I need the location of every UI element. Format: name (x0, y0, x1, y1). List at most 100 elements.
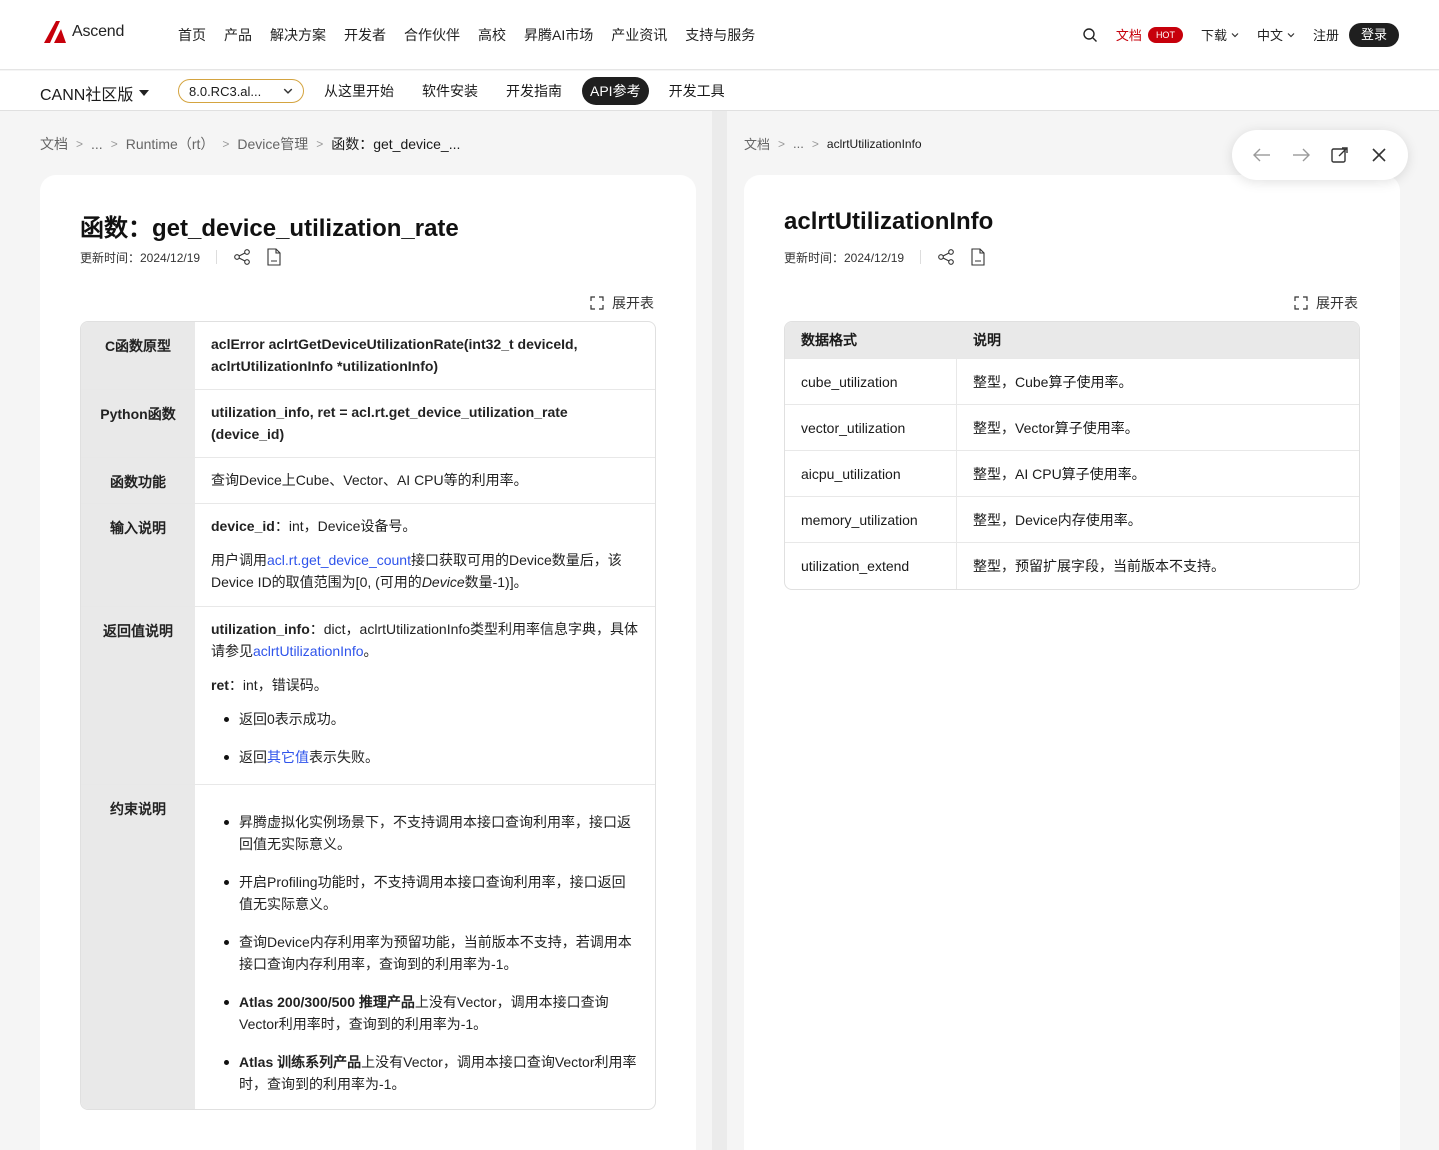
breadcrumb-current: aclrtUtilizationInfo (826, 136, 922, 151)
column-header: 说明 (973, 332, 1001, 348)
login-button[interactable]: 登录 (1348, 22, 1399, 47)
utilization-info-link[interactable]: aclrtUtilizationInfo (253, 643, 364, 659)
share-icon[interactable] (937, 249, 955, 265)
field-desc: 整型，Cube算子使用率。 (973, 373, 1133, 390)
language-label: 中文 (1256, 28, 1283, 43)
breadcrumb-item[interactable]: 文档 (40, 134, 68, 154)
tab-install[interactable]: 软件安装 (414, 77, 486, 105)
open-in-new-icon[interactable] (1330, 145, 1350, 165)
product-selector[interactable]: CANN社区版 (40, 81, 150, 105)
input-desc: device_id：int，Device设备号。 用户调用acl.rt.get_… (195, 504, 655, 606)
breadcrumb-item[interactable]: ... (91, 136, 103, 152)
product-name: CANN社区版 (40, 87, 134, 104)
nav-item-developers[interactable]: 开发者 (344, 25, 386, 45)
ascend-logo-icon (44, 21, 66, 43)
register-link[interactable]: 注册 (1313, 25, 1339, 44)
chevron-down-icon (1231, 32, 1239, 37)
nav-item-solutions[interactable]: 解决方案 (270, 25, 326, 45)
table-row: 输入说明 device_id：int，Device设备号。 用户调用acl.rt… (81, 504, 655, 607)
forward-arrow-icon[interactable] (1291, 145, 1311, 165)
pdf-icon[interactable] (971, 248, 985, 266)
top-navbar: Ascend 首页 产品 解决方案 开发者 合作伙伴 高校 昇腾AI市场 产业资… (0, 0, 1439, 70)
tab-dev-guide[interactable]: 开发指南 (498, 77, 570, 105)
list-item: Atlas 200/300/500 推理产品上没有Vector，调用本接口查询V… (211, 991, 639, 1035)
back-arrow-icon[interactable] (1252, 145, 1272, 165)
table-row: aicpu_utilization 整型，AI CPU算子使用率。 (785, 451, 1359, 497)
column-header: 数据格式 (801, 332, 857, 348)
download-label: 下载 (1200, 28, 1227, 43)
other-values-link[interactable]: 其它值 (267, 749, 309, 765)
right-page-title: aclrtUtilizationInfo (784, 208, 994, 235)
fullscreen-icon (590, 296, 604, 310)
hot-badge: HOT (1147, 26, 1183, 43)
nav-item-news[interactable]: 产业资讯 (611, 25, 667, 45)
nav-item-universities[interactable]: 高校 (478, 25, 506, 45)
list-item: 返回0表示成功。 (211, 708, 639, 730)
list-item: 查询Device内存利用率为预留功能，当前版本不支持，若调用本接口查询内存利用率… (211, 931, 639, 975)
text: 用户调用 (211, 552, 267, 568)
download-dropdown[interactable]: 下载 (1201, 25, 1239, 44)
breadcrumb-item[interactable]: Runtime（rt） (126, 134, 215, 154)
table-row: vector_utilization 整型，Vector算子使用率。 (785, 405, 1359, 451)
table-row: 函数功能 查询Device上Cube、Vector、AI CPU等的利用率。 (81, 458, 655, 504)
param-name: device_id (211, 518, 275, 534)
product-name: Atlas 200/300/500 推理产品 (239, 994, 415, 1010)
ascend-logo[interactable]: Ascend (42, 19, 124, 45)
field-name: cube_utilization (785, 359, 957, 404)
field-name: utilization_extend (785, 543, 957, 589)
expand-table-label: 展开表 (1316, 295, 1358, 311)
panel-divider[interactable] (712, 111, 727, 1150)
text: 返回 (239, 749, 267, 765)
function-desc: 查询Device上Cube、Vector、AI CPU等的利用率。 (211, 472, 528, 488)
doc-subnav: CANN社区版 8.0.RC3.al... 从这里开始 软件安装 开发指南 AP… (0, 71, 1439, 111)
nav-item-products[interactable]: 产品 (224, 25, 252, 45)
field-desc: 整型，AI CPU算子使用率。 (973, 465, 1146, 482)
nav-right: 文档 HOT 下载 中文 注册 登录 (1082, 22, 1399, 47)
caret-down-icon (139, 90, 150, 96)
tab-api-reference[interactable]: API参考 (582, 77, 649, 105)
version-select[interactable]: 8.0.RC3.al... (178, 79, 304, 103)
updated-time: 更新时间：2024/12/19 (784, 250, 905, 265)
api-spec-table: C函数原型 aclError aclrtGetDeviceUtilization… (80, 321, 656, 1110)
close-icon[interactable] (1369, 145, 1389, 165)
search-icon[interactable] (1082, 27, 1098, 43)
breadcrumb-item[interactable]: ... (793, 136, 804, 151)
utilization-info-table: 数据格式 说明 cube_utilization 整型，Cube算子使用率。 v… (784, 321, 1360, 590)
field-desc: 整型，Device内存使用率。 (973, 511, 1142, 528)
language-dropdown[interactable]: 中文 (1257, 25, 1295, 44)
page-title: 函数：get_device_utilization_rate (80, 215, 459, 242)
text: 。 (363, 643, 378, 659)
c-prototype: aclError aclrtGetDeviceUtilizationRate(i… (211, 336, 578, 374)
docs-link[interactable]: 文档 (1116, 25, 1142, 44)
tab-dev-tools[interactable]: 开发工具 (661, 77, 733, 105)
pdf-icon[interactable] (267, 248, 281, 266)
breadcrumb-current: 函数：get_device_... (331, 136, 461, 152)
right-doc-meta: 更新时间：2024/12/19 (784, 248, 1001, 266)
nav-item-partners[interactable]: 合作伙伴 (404, 25, 460, 45)
nav-item-home[interactable]: 首页 (178, 25, 206, 45)
text: Device (421, 574, 465, 590)
field-desc: 整型，预留扩展字段，当前版本不支持。 (973, 558, 1225, 574)
doc-meta: 更新时间：2024/12/19 (80, 248, 297, 266)
right-breadcrumb: 文档 > ... > aclrtUtilizationInfo (744, 134, 922, 153)
expand-table-button[interactable]: 展开表 (590, 293, 654, 313)
table-header-row: 数据格式 说明 (785, 322, 1359, 359)
expand-table-label: 展开表 (612, 295, 654, 311)
nav-item-ai-market[interactable]: 昇腾AI市场 (524, 25, 593, 45)
chevron-down-icon (283, 88, 293, 94)
breadcrumb-item[interactable]: Device管理 (237, 134, 308, 154)
tab-getting-started[interactable]: 从这里开始 (316, 77, 402, 105)
expand-table-button[interactable]: 展开表 (1294, 293, 1358, 313)
share-icon[interactable] (233, 249, 251, 265)
nav-item-support[interactable]: 支持与服务 (685, 25, 755, 45)
brand-name: Ascend (72, 23, 125, 40)
field-name: memory_utilization (785, 497, 957, 542)
list-item: 昇腾虚拟化实例场景下，不支持调用本接口查询利用率，接口返回值无实际意义。 (211, 811, 639, 855)
get-device-count-link[interactable]: acl.rt.get_device_count (267, 552, 411, 568)
breadcrumb-item[interactable]: 文档 (744, 134, 770, 153)
table-row: 返回值说明 utilization_info：dict，aclrtUtiliza… (81, 607, 655, 785)
row-header: 约束说明 (81, 785, 195, 1109)
table-row: Python函数 utilization_info, ret = acl.rt.… (81, 390, 655, 458)
text: ：int，错误码。 (228, 677, 328, 693)
field-name: aicpu_utilization (785, 451, 957, 496)
